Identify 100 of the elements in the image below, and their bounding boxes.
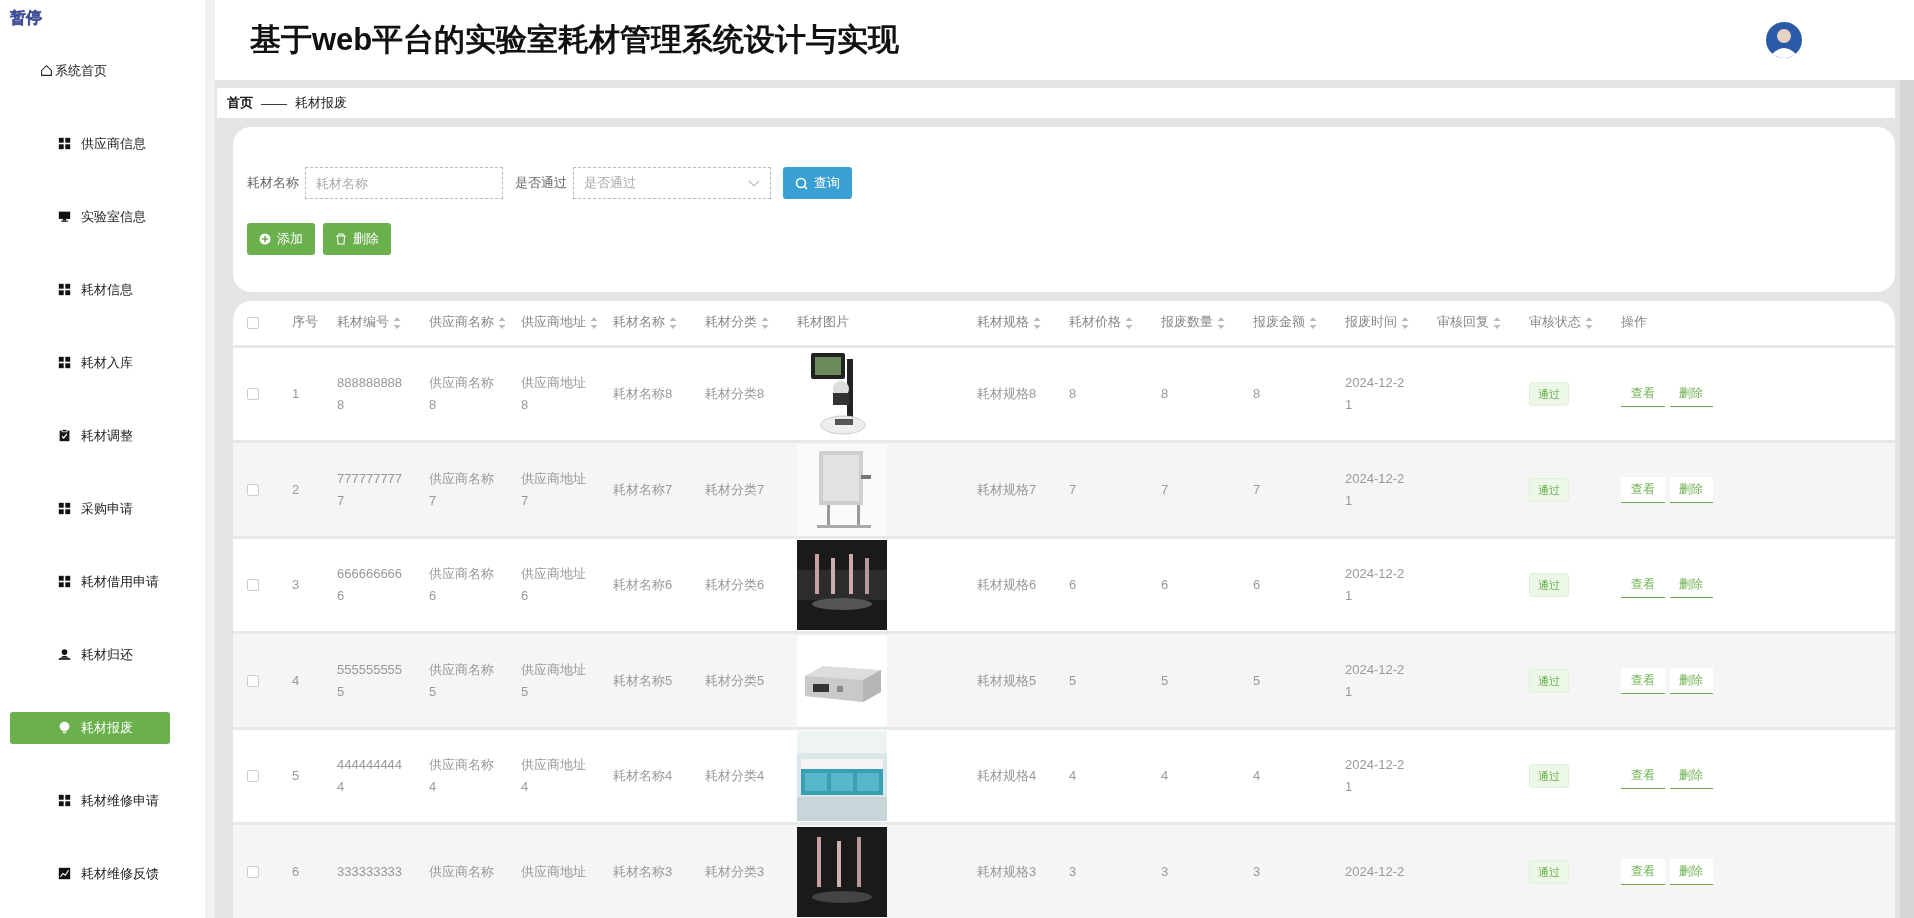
table-row[interactable]: 3 6666666666 供应商名称6 供应商地址6 耗材名称6 耗材分类6 耗材规格6 6 6 6 2024-12-21 通过 查看 删除 <box>233 538 1895 632</box>
table-cell-text: 耗材规格6 <box>977 576 1038 595</box>
view-button[interactable]: 查看 <box>1621 858 1665 885</box>
table-cell-text: 4 <box>292 671 301 690</box>
table-cell-text: 耗材分类8 <box>705 385 766 404</box>
breadcrumb-link[interactable]: 首页 <box>227 94 253 112</box>
delete-button[interactable]: 删除 <box>1669 476 1713 503</box>
header-checkbox[interactable] <box>247 316 259 329</box>
view-button[interactable]: 查看 <box>1621 667 1665 694</box>
sort-icon <box>1309 316 1317 329</box>
sidebar-item[interactable]: 采购申请 <box>10 492 170 525</box>
row-checkbox[interactable] <box>247 579 259 592</box>
delete-button[interactable]: 删除 <box>323 223 391 255</box>
table-cell-text: 耗材规格8 <box>977 385 1038 404</box>
delete-button[interactable]: 删除 <box>1669 858 1713 885</box>
row-checkbox[interactable] <box>247 865 259 878</box>
column-header[interactable]: 审核回复 <box>1437 314 1489 332</box>
sidebar-item[interactable]: 实验室信息 <box>10 200 170 233</box>
table-cell-text: 1 <box>292 385 301 404</box>
select-field[interactable]: 是否通过 <box>573 167 771 199</box>
row-checkbox[interactable] <box>247 483 259 496</box>
delete-button[interactable]: 删除 <box>1669 667 1713 694</box>
table-row[interactable]: 2 7777777777 供应商名称7 供应商地址7 耗材名称7 耗材分类7 耗材规格7 7 7 7 2024-12-21 通过 查看 删除 <box>233 443 1895 536</box>
table-cell-text: 5555555555 <box>337 660 404 701</box>
table-cell-text: 4 <box>1069 767 1078 786</box>
column-header[interactable]: 审核状态 <box>1529 314 1581 332</box>
view-button[interactable]: 查看 <box>1621 476 1665 503</box>
table-row[interactable]: 4 5555555555 供应商名称5 供应商地址5 耗材名称5 耗材分类5 耗材规格5 5 5 5 2024-12-21 通过 查看 删除 <box>233 634 1895 727</box>
column-header[interactable]: 报废时间 <box>1345 314 1397 332</box>
avatar-icon[interactable] <box>1766 22 1802 58</box>
status-tag: 通过 <box>1529 764 1569 789</box>
sort-icon <box>1585 316 1593 329</box>
page-title: 基于web平台的实验室耗材管理系统设计与实现 <box>250 21 900 59</box>
column-header[interactable]: 报废金额 <box>1253 314 1305 332</box>
table-cell-text: 2024-12-21 <box>1345 374 1405 415</box>
table-cell-text: 供应商地址5 <box>521 660 587 701</box>
input-field[interactable]: 耗材名称 <box>305 167 503 199</box>
column-header[interactable]: 耗材编号 <box>337 314 389 332</box>
sidebar-item[interactable]: 耗材调整 <box>10 419 170 452</box>
column-header[interactable]: 耗材价格 <box>1069 314 1121 332</box>
table-row[interactable]: 6 333333333 供应商名称 供应商地址 耗材名称3 耗材分类3 耗材规格3 3 3 3 2024-12-2 通过 查看 删除 <box>233 825 1895 918</box>
table-cell-text: 3 <box>1161 862 1170 881</box>
grid-icon <box>58 356 71 369</box>
clipboard-check-icon <box>58 429 71 442</box>
sidebar-item[interactable]: 耗材归还 <box>10 638 170 671</box>
table-cell-text: 8 <box>1161 385 1170 404</box>
sidebar-item[interactable]: 耗材报废 <box>10 711 170 744</box>
table-cell-text: 4 <box>1253 767 1262 786</box>
table-cell-text: 耗材名称5 <box>613 671 674 690</box>
chevron-down-icon <box>748 179 760 187</box>
column-header[interactable]: 耗材名称 <box>613 314 665 332</box>
table-cell-text: 耗材名称4 <box>613 767 674 786</box>
table-cell-text: 耗材规格3 <box>977 862 1038 881</box>
table-cell-text: 5 <box>1253 671 1262 690</box>
chart-icon <box>58 867 71 880</box>
sidebar-item[interactable]: 耗材维修反馈 <box>10 857 170 890</box>
table-row[interactable]: 1 8888888888 供应商名称8 供应商地址8 耗材名称8 耗材分类8 耗材规格8 8 8 8 2024-12-21 通过 查看 删除 <box>233 347 1895 441</box>
table-cell-text: 2024-12-21 <box>1345 565 1405 606</box>
sidebar-item[interactable]: 耗材入库 <box>10 346 170 379</box>
table-cell-text: 3 <box>1069 862 1078 881</box>
table-cell-text: 耗材名称7 <box>613 480 674 499</box>
column-header[interactable]: 供应商名称 <box>429 314 494 332</box>
table-cell-text: 供应商地址6 <box>521 565 587 606</box>
table-cell-text: 供应商名称 <box>429 862 495 881</box>
column-header[interactable]: 供应商地址 <box>521 314 586 332</box>
table-row[interactable]: 5 4444444444 供应商名称4 供应商地址4 耗材名称4 耗材分类4 耗材规格4 4 4 4 2024-12-21 通过 查看 删除 <box>233 729 1895 823</box>
sidebar-item[interactable]: 系统首页 <box>10 54 170 87</box>
sidebar-item[interactable]: 供应商信息 <box>10 127 170 160</box>
column-header: 操作 <box>1621 314 1647 332</box>
row-checkbox[interactable] <box>247 674 259 687</box>
sort-icon <box>1125 316 1133 329</box>
plus-circle-icon <box>259 233 271 245</box>
sort-icon <box>1217 316 1225 329</box>
breadcrumb-current: 耗材报废 <box>295 94 347 112</box>
monitor-icon <box>58 210 71 223</box>
row-checkbox[interactable] <box>247 388 259 401</box>
table-cell-text: 6 <box>1069 576 1078 595</box>
table-cell-text: 333333333 <box>337 862 404 881</box>
table-cell-text: 2024-12-21 <box>1345 469 1405 510</box>
table-cell-text: 3 <box>1253 862 1262 881</box>
table-cell-text: 4444444444 <box>337 756 404 797</box>
column-header[interactable]: 报废数量 <box>1161 314 1213 332</box>
scrollbar[interactable] <box>1900 80 1914 918</box>
status-tag: 通过 <box>1529 859 1569 884</box>
table-cell-text: 供应商名称5 <box>429 660 495 701</box>
table-cell-text: 耗材规格4 <box>977 767 1038 786</box>
search-button[interactable]: 查询 <box>783 167 852 199</box>
logo-text: 暂停 <box>9 8 43 28</box>
table-cell-text: 供应商地址4 <box>521 756 587 797</box>
add-button[interactable]: 添加 <box>247 223 315 255</box>
column-header[interactable]: 耗材规格 <box>977 314 1029 332</box>
grid-icon <box>58 575 71 588</box>
sidebar-item[interactable]: 耗材借用申请 <box>10 565 170 598</box>
table-cell-text: 2024-12-2 <box>1345 862 1405 881</box>
column-header[interactable]: 耗材分类 <box>705 314 757 332</box>
row-checkbox[interactable] <box>247 770 259 783</box>
table-cell-text: 耗材分类6 <box>705 576 766 595</box>
breadcrumb-separator: —— <box>261 95 287 111</box>
sidebar-item[interactable]: 耗材维修申请 <box>10 784 170 817</box>
sidebar-item[interactable]: 耗材信息 <box>10 273 170 306</box>
